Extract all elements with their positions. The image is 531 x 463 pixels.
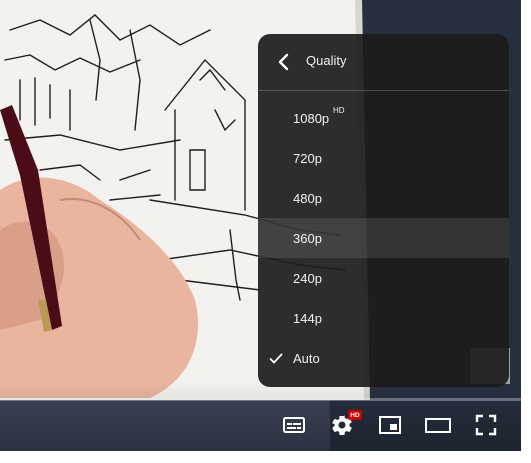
video-player[interactable]: HD Quality 1080p HD 720p 480p 360p 240p 144p Au… <box>0 0 521 451</box>
quality-option-label: 1080p <box>293 111 330 126</box>
hd-superscript: HD <box>333 106 345 115</box>
chevron-left-icon[interactable] <box>272 50 296 74</box>
fullscreen-icon <box>475 414 497 436</box>
page-background <box>521 0 531 463</box>
quality-option-label: 144p <box>293 311 322 326</box>
miniplayer-button[interactable] <box>372 408 408 442</box>
quality-option-144p[interactable]: 144p <box>258 298 509 338</box>
quality-option-720p[interactable]: 720p <box>258 138 509 178</box>
page-background-bottom <box>0 451 531 463</box>
quality-option-1080p[interactable]: 1080p HD <box>258 98 509 138</box>
menu-divider <box>258 90 509 91</box>
checkmark-icon <box>269 353 283 364</box>
miniplayer-icon <box>379 416 401 434</box>
quality-options-list: 1080p HD 720p 480p 360p 240p 144p Auto <box>258 98 509 378</box>
quality-option-auto[interactable]: Auto <box>258 338 509 378</box>
subtitles-icon <box>283 417 305 433</box>
quality-option-360p[interactable]: 360p <box>258 218 509 258</box>
quality-option-label: 480p <box>293 191 322 206</box>
quality-option-label: 360p <box>293 231 322 246</box>
quality-menu: Quality 1080p HD 720p 480p 360p 240p 144p Auto <box>258 34 509 387</box>
theater-mode-icon <box>425 418 451 433</box>
quality-option-label: 720p <box>293 151 322 166</box>
quality-option-480p[interactable]: 480p <box>258 178 509 218</box>
quality-option-label: Auto <box>293 351 320 366</box>
quality-option-240p[interactable]: 240p <box>258 258 509 298</box>
subtitles-button[interactable] <box>276 408 312 442</box>
fullscreen-button[interactable] <box>468 408 504 442</box>
hd-badge: HD <box>348 410 362 420</box>
quality-menu-title: Quality <box>306 53 347 68</box>
quality-menu-header[interactable]: Quality <box>258 34 509 90</box>
quality-option-label: 240p <box>293 271 322 286</box>
theater-mode-button[interactable] <box>420 408 456 442</box>
